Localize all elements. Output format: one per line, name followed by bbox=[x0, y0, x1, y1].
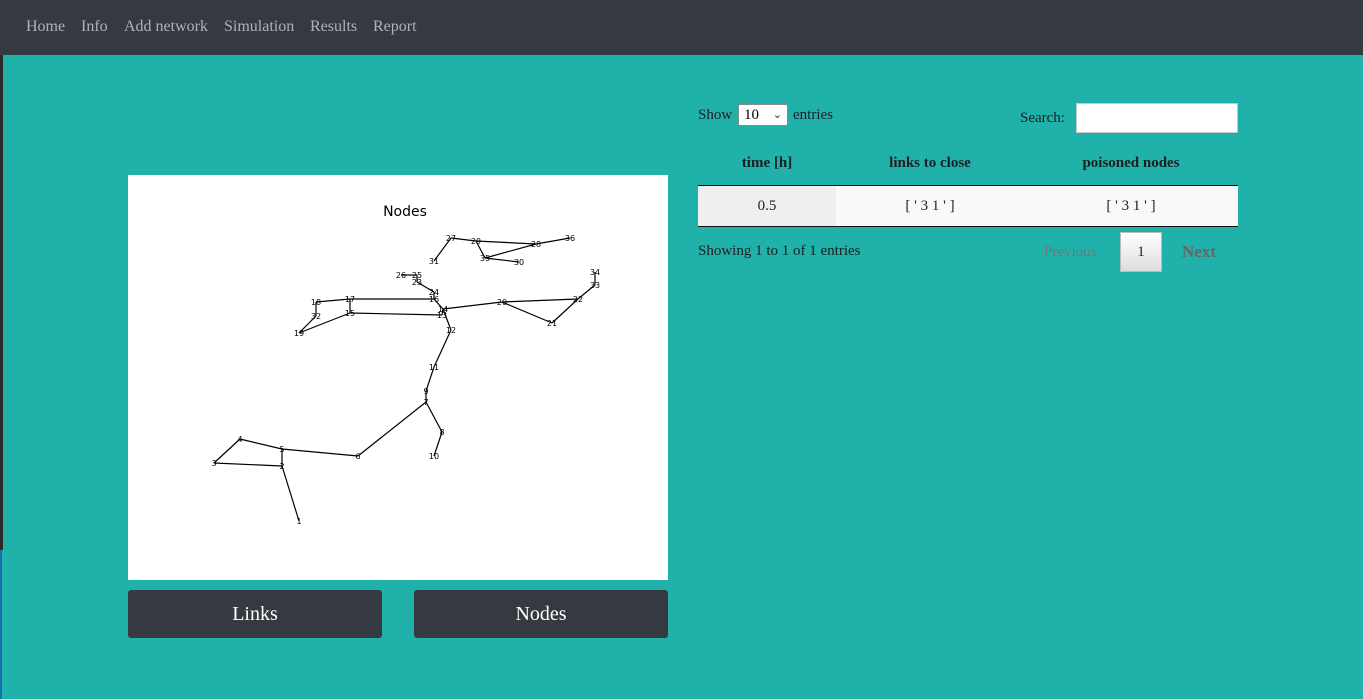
network-link bbox=[213, 438, 241, 464]
node-label: 36 bbox=[565, 234, 575, 243]
network-link bbox=[281, 448, 359, 457]
node-label: 31 bbox=[429, 257, 439, 266]
node-label: 3 bbox=[211, 459, 216, 468]
cell-time: 0.5 bbox=[757, 198, 777, 214]
node-label: 19 bbox=[294, 329, 304, 338]
nav-home[interactable]: Home bbox=[26, 18, 65, 36]
node-label: 21 bbox=[547, 319, 557, 328]
node-labels: 1234567891011121314151617181920212223242… bbox=[211, 234, 600, 526]
node-label: 5 bbox=[279, 445, 284, 454]
chevron-down-icon: ⌄ bbox=[772, 109, 782, 121]
table-info: Showing 1 to 1 of 1 entries bbox=[698, 243, 861, 259]
node-label: 1 bbox=[296, 517, 301, 526]
network-plot-svg: Nodes 1234567891011121314151617181920212… bbox=[211, 204, 600, 526]
network-edges bbox=[213, 237, 596, 522]
node-label: 12 bbox=[446, 326, 456, 335]
node-label: 11 bbox=[429, 363, 439, 372]
node-label: 17 bbox=[345, 295, 355, 304]
node-label: 14 bbox=[438, 305, 448, 314]
network-link bbox=[475, 240, 537, 245]
top-navbar: Home Info Add network Simulation Results… bbox=[0, 0, 1363, 55]
network-link bbox=[298, 312, 351, 334]
column-header-links-to-close[interactable]: links to close bbox=[836, 155, 1024, 172]
next-page-button[interactable]: Next bbox=[1182, 242, 1216, 262]
node-label: 27 bbox=[446, 234, 456, 243]
node-label: 18 bbox=[311, 298, 321, 307]
page-1-button[interactable]: 1 bbox=[1120, 232, 1162, 272]
node-label: 6 bbox=[355, 452, 360, 461]
node-label: 28 bbox=[531, 240, 541, 249]
node-label: 20 bbox=[497, 298, 507, 307]
network-link bbox=[213, 462, 283, 467]
column-header-time[interactable]: time [h] bbox=[698, 155, 836, 172]
network-link bbox=[349, 312, 443, 316]
links-button[interactable]: Links bbox=[128, 590, 382, 638]
node-label: 26 bbox=[396, 271, 406, 280]
window-edge bbox=[0, 55, 3, 550]
column-header-poisoned-nodes[interactable]: poisoned nodes bbox=[1024, 155, 1238, 172]
network-link bbox=[484, 243, 537, 259]
previous-page-button[interactable]: Previous bbox=[1044, 244, 1097, 261]
entries-select-value: 10 bbox=[744, 107, 759, 123]
node-label: 32 bbox=[311, 312, 321, 321]
search-label: Search: bbox=[1020, 110, 1065, 126]
node-label: 24 bbox=[429, 288, 439, 297]
table-bottom-divider bbox=[698, 226, 1238, 227]
nav-info[interactable]: Info bbox=[81, 18, 108, 36]
nav-add-network[interactable]: Add network bbox=[124, 18, 208, 36]
node-label: 15 bbox=[345, 309, 355, 318]
entries-select[interactable]: 10 ⌄ bbox=[738, 104, 788, 126]
node-label: 35 bbox=[480, 254, 490, 263]
nodes-button[interactable]: Nodes bbox=[414, 590, 668, 638]
network-link bbox=[281, 465, 300, 522]
nav-results[interactable]: Results bbox=[310, 18, 357, 36]
network-link bbox=[357, 401, 427, 457]
network-plot: Nodes 1 2 3 4 5 6 7 8 9 10 11 12 13 14 15 16 17 18 19 20 21 2… bbox=[128, 175, 668, 580]
network-link bbox=[433, 329, 452, 368]
node-label: 9 bbox=[423, 387, 428, 396]
node-label: 2 bbox=[279, 462, 284, 471]
nav-report[interactable]: Report bbox=[373, 18, 417, 36]
node-label: 25 bbox=[412, 271, 422, 280]
node-label: 4 bbox=[237, 435, 242, 444]
network-link bbox=[501, 298, 579, 303]
node-label: 29 bbox=[471, 237, 481, 246]
node-label: 22 bbox=[573, 295, 583, 304]
node-label: 7 bbox=[423, 398, 428, 407]
cell-links-to-close: [ ' 3 1 ' ] bbox=[905, 198, 955, 214]
plot-title: Nodes bbox=[383, 204, 427, 220]
search-input[interactable] bbox=[1076, 103, 1238, 133]
node-label: 30 bbox=[514, 258, 524, 267]
node-label: 8 bbox=[439, 428, 444, 437]
show-label: Show bbox=[698, 107, 733, 123]
node-label: 10 bbox=[429, 452, 439, 461]
window-edge bbox=[0, 550, 2, 699]
entries-label: entries bbox=[793, 107, 833, 123]
network-link bbox=[239, 438, 283, 450]
node-label: 34 bbox=[590, 268, 600, 277]
node-label: 33 bbox=[590, 281, 600, 290]
nav-simulation[interactable]: Simulation bbox=[224, 18, 294, 36]
cell-poisoned-nodes: [ ' 3 1 ' ] bbox=[1106, 198, 1156, 214]
network-link bbox=[501, 301, 553, 324]
network-link bbox=[442, 301, 503, 310]
